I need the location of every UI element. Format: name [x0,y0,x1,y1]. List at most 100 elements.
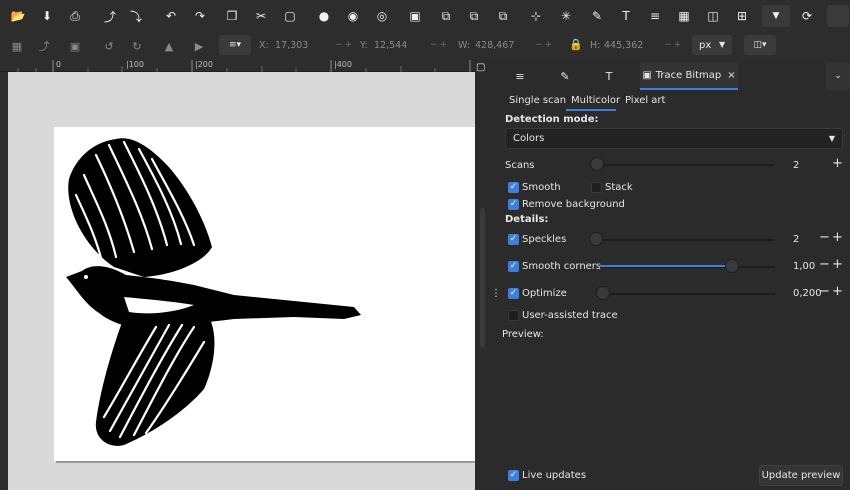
import-icon[interactable]: ⤴ [100,6,120,26]
select-same-icon[interactable]: ▣ [66,38,84,54]
optimize-plus-button[interactable]: + [832,284,843,299]
speckles-plus-button[interactable]: + [832,230,843,245]
align-icon[interactable]: ⊞ [732,6,752,26]
zoom-selection-icon[interactable]: ● [314,6,334,26]
optimize-slider-knob[interactable] [596,286,610,300]
export-icon[interactable]: ⤵ [126,6,146,26]
zoom-page-icon[interactable]: ◎ [372,6,392,26]
align-text-icon[interactable]: ≡ [645,6,665,26]
tab-fill-stroke-icon[interactable]: ✎ [550,62,580,90]
subtab-single-scan[interactable]: Single scan [509,95,566,106]
canvas-scrollbar[interactable] [480,208,485,348]
vertical-ruler [0,72,8,490]
preview-area [502,342,848,460]
toolbar-overflow[interactable] [827,5,849,27]
rotate-cw-icon[interactable]: ↻ [128,38,146,54]
optimize-checkbox[interactable]: ✓ [508,288,519,299]
tab-text-icon[interactable]: T [594,62,624,90]
zoom-full-icon[interactable]: ▣ [405,6,425,26]
copy-icon[interactable]: ❐ [222,6,242,26]
smooth-corners-value[interactable]: 1,00 [793,261,815,272]
live-updates-checkbox[interactable]: ✓ [508,470,519,481]
ruler-label-400: |400 [334,60,352,69]
ruler-label-200: |200 [195,60,213,69]
select-touch-icon[interactable]: ⤴ [35,38,53,54]
w-field[interactable]: 428,467 [475,40,514,51]
tab-trace-bitmap[interactable]: ▣ Trace Bitmap × [640,62,738,90]
transform-options-icon[interactable]: ◫▾ [744,35,776,55]
speckles-minus-button[interactable]: − [819,230,830,245]
xml-editor-icon[interactable]: ▦ [674,6,694,26]
text-font-icon[interactable]: T [616,6,636,26]
magpie-drawing[interactable] [54,127,475,461]
open-icon[interactable]: 📂 [8,6,28,26]
active-subtab-indicator [566,109,616,111]
detection-mode-value: Colors [513,133,545,144]
menu-dropdown-icon[interactable]: ▼ [762,5,790,27]
layers-icon[interactable]: ◫ [703,6,723,26]
align-dropdown-icon[interactable]: ≡▾ [219,35,251,55]
scans-slider-knob[interactable] [590,157,604,171]
scans-plus-button[interactable]: + [832,156,843,171]
x-field[interactable]: 17,303 [275,40,308,51]
undo-icon[interactable]: ↶ [161,6,181,26]
close-icon[interactable]: × [727,70,735,81]
display-icon[interactable]: ▢ [476,62,485,73]
zoom-drawing-icon[interactable]: ◉ [343,6,363,26]
subtab-pixel-art[interactable]: Pixel art [625,95,665,106]
speckles-slider-track[interactable] [595,239,775,241]
y-stepper[interactable]: −+ [430,40,449,50]
redo-icon[interactable]: ↷ [190,6,210,26]
h-stepper[interactable]: −+ [664,40,683,50]
speckles-value[interactable]: 2 [793,234,799,245]
ungroup-icon[interactable]: ✳ [556,6,576,26]
optimize-minus-button[interactable]: − [819,284,830,299]
remove-background-checkbox[interactable]: ✓ [508,199,519,210]
unit-dropdown[interactable]: px ▼ [692,35,732,55]
reset-icon[interactable]: ⟳ [797,6,817,26]
w-stepper[interactable]: −+ [535,40,554,50]
scans-value[interactable]: 2 [793,160,799,171]
ruler-label-100: |100 [126,60,144,69]
group-icon[interactable]: ⊹ [526,6,546,26]
print-icon[interactable]: ⎙ [65,6,85,26]
x-stepper[interactable]: −+ [335,40,354,50]
unlink-clone-icon[interactable]: ⧉ [493,6,513,26]
lock-icon[interactable]: 🔒 [569,38,583,52]
details-label: Details: [505,214,549,225]
h-field[interactable]: 445,362 [604,40,643,51]
cut-icon[interactable]: ✂ [251,6,271,26]
fill-stroke-icon[interactable]: ✎ [587,6,607,26]
rotate-ccw-icon[interactable]: ↺ [100,38,118,54]
smooth-checkbox[interactable]: ✓ [508,182,519,193]
detection-mode-select[interactable]: Colors ▼ [505,128,843,149]
update-preview-button[interactable]: Update preview [759,465,843,486]
save-icon[interactable]: ⬇ [37,6,57,26]
tabs-menu-icon[interactable]: ⌄ [826,62,850,90]
optimize-value[interactable]: 0,200 [793,288,822,299]
flip-vertical-icon[interactable]: ▶ [190,38,208,54]
chevron-down-icon: ▼ [828,134,835,143]
panel-splitter[interactable]: ⋮ ▢ [475,60,501,490]
smooth-corners-checkbox[interactable]: ✓ [508,261,519,272]
smooth-corners-plus-button[interactable]: + [832,257,843,272]
select-all-icon[interactable]: ▦ [8,38,26,54]
stack-checkbox[interactable] [591,182,602,193]
duplicate-icon[interactable]: ⧉ [436,6,456,26]
scans-slider-track[interactable] [596,164,774,166]
flip-horizontal-icon[interactable]: ▲ [160,38,178,54]
document-page[interactable] [54,127,475,461]
speckles-checkbox[interactable]: ✓ [508,234,519,245]
smooth-corners-minus-button[interactable]: − [819,257,830,272]
tab-align-icon[interactable]: ≡ [505,62,535,90]
y-label: Y: [360,40,368,51]
paste-icon[interactable]: ▢ [280,6,300,26]
speckles-slider-knob[interactable] [589,232,603,246]
clone-icon[interactable]: ⧉ [464,6,484,26]
optimize-slider-track[interactable] [602,293,775,295]
subtab-multicolor[interactable]: Multicolor [571,95,620,106]
smooth-corners-slider-knob[interactable] [725,259,739,273]
y-field[interactable]: 12,544 [374,40,407,51]
user-assisted-trace-checkbox[interactable] [508,310,519,321]
x-label: X: [259,40,269,51]
